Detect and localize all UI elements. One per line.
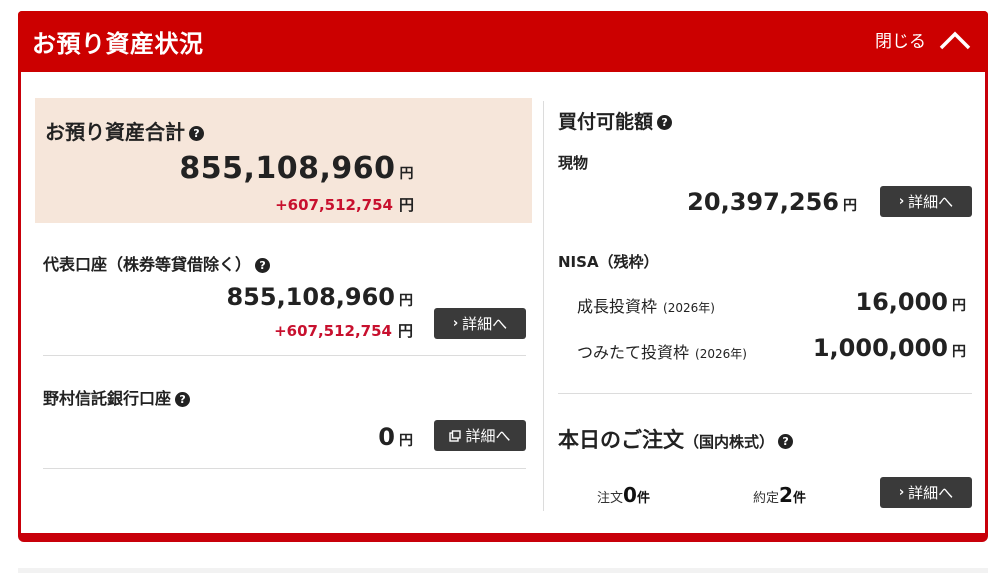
asset-status-panel: お預り資産状況 閉じる お預り資産合計? 855,108,960 円 +607,5…: [18, 11, 988, 542]
trust-bank-detail-button[interactable]: 詳細へ: [434, 420, 526, 451]
panel-title: お預り資産状況: [32, 30, 204, 58]
trust-bank-amount: 0円: [378, 423, 413, 451]
nisa-tsumitate-year: (2026年): [695, 347, 747, 361]
help-icon[interactable]: ?: [175, 392, 191, 407]
yen-unit: 円: [399, 293, 413, 309]
column-divider: [543, 101, 544, 511]
yen-unit: 円: [952, 344, 966, 360]
detail-label: 詳細へ: [908, 484, 954, 502]
nisa-growth-amount: 16,000 円: [855, 288, 966, 316]
help-icon[interactable]: ?: [189, 126, 204, 141]
representative-diff-value: +607,512,754: [274, 322, 392, 340]
order-unit: 件: [636, 491, 650, 506]
filled-unit: 件: [792, 491, 806, 506]
cash-amount: 20,397,256 円: [687, 188, 857, 216]
yen-unit: 円: [399, 166, 414, 182]
cash-amount-value: 20,397,256: [687, 188, 839, 216]
representative-diff: +607,512,754 円: [274, 320, 413, 341]
buying-power-title: 買付可能額?: [558, 107, 673, 134]
help-icon[interactable]: ?: [255, 258, 271, 273]
filled-label: 約定: [753, 491, 780, 506]
chevron-right-icon: ›: [452, 316, 459, 331]
order-count-value: 0: [623, 483, 637, 507]
yen-unit: 円: [397, 322, 413, 340]
nisa-growth-label: 成長投資枠: [577, 297, 658, 316]
yen-unit: 円: [843, 198, 857, 214]
yen-unit: 円: [399, 433, 413, 449]
next-panel-edge: [18, 568, 988, 573]
filled-count-value: 2: [779, 483, 793, 507]
help-icon[interactable]: ?: [657, 115, 673, 130]
total-diff-value: +607,512,754: [275, 196, 393, 214]
nisa-growth-row: 成長投資枠 (2026年): [577, 293, 715, 317]
detail-label: 詳細へ: [908, 193, 954, 211]
help-icon[interactable]: ?: [778, 433, 794, 449]
nisa-tsumitate-label: つみたて投資枠: [577, 343, 690, 362]
representative-amount-value: 855,108,960: [226, 283, 395, 311]
representative-amount: 855,108,960 円: [226, 283, 413, 311]
buying-power-detail-button[interactable]: › 詳細へ: [880, 186, 972, 217]
chevron-right-icon: ›: [898, 194, 905, 209]
panel-header: お預り資産状況 閉じる: [18, 11, 988, 72]
divider: [43, 468, 526, 469]
nisa-title: NISA（残枠）: [558, 253, 659, 271]
filled-count: 約定2件: [753, 483, 806, 507]
total-assets-label: お預り資産合計: [45, 120, 185, 144]
yen-unit: 円: [398, 196, 414, 214]
nisa-tsumitate-amount: 1,000,000 円: [813, 334, 966, 362]
total-assets-title: お預り資産合計?: [45, 116, 204, 145]
total-assets-box: お預り資産合計? 855,108,960 円 +607,512,754 円: [35, 98, 532, 223]
nisa-growth-year: (2026年): [663, 301, 715, 315]
yen-unit: 円: [952, 298, 966, 314]
cash-label: 現物: [558, 154, 589, 172]
close-label: 閉じる: [875, 32, 926, 52]
total-assets-diff: +607,512,754 円: [275, 194, 414, 215]
order-label: 注文: [597, 491, 624, 506]
today-orders-label: 本日のご注文: [558, 428, 684, 452]
trust-bank-amount-value: 0: [378, 423, 395, 451]
nisa-growth-value: 16,000: [855, 288, 948, 316]
total-assets-amount: 855,108,960 円: [179, 151, 414, 186]
representative-account-title: 代表口座（株券等貸借除く）?: [43, 251, 271, 275]
representative-account-label: 代表口座（株券等貸借除く）: [43, 255, 252, 274]
representative-detail-button[interactable]: › 詳細へ: [434, 308, 526, 339]
nisa-tsumitate-row: つみたて投資枠 (2026年): [577, 339, 747, 363]
close-button[interactable]: 閉じる: [875, 27, 972, 52]
chevron-up-icon: [939, 31, 971, 49]
external-window-icon: [449, 429, 462, 442]
today-orders-subtitle: （国内株式）: [684, 433, 775, 451]
total-amount-value: 855,108,960: [179, 151, 396, 186]
chevron-right-icon: ›: [898, 485, 905, 500]
trust-bank-label: 野村信託銀行口座: [43, 389, 172, 408]
divider: [558, 393, 972, 394]
detail-label: 詳細へ: [462, 315, 508, 333]
buying-power-label: 買付可能額: [558, 111, 654, 133]
order-count: 注文0件: [597, 483, 650, 507]
orders-detail-button[interactable]: › 詳細へ: [880, 477, 972, 508]
detail-label: 詳細へ: [465, 427, 511, 445]
today-orders-title: 本日のご注文（国内株式）?: [558, 424, 794, 454]
nisa-tsumitate-value: 1,000,000: [812, 334, 948, 362]
divider: [43, 355, 526, 356]
trust-bank-title: 野村信託銀行口座?: [43, 385, 191, 409]
